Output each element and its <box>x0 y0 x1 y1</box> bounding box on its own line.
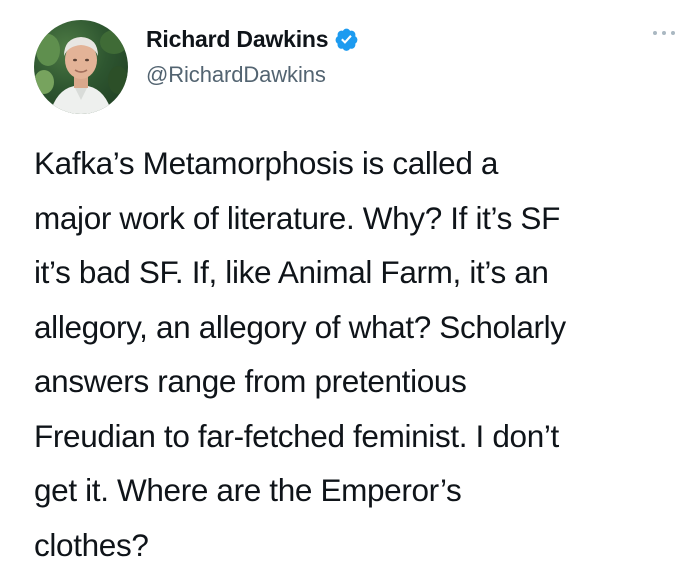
tweet-text-line: answers range from pretentious <box>34 363 467 399</box>
tweet-text-line: major work of literature. Why? If it’s S… <box>34 199 560 236</box>
tweet-header: Richard Dawkins @RichardDawkins <box>34 14 684 114</box>
tweet-text-line: allegory, an allegory of what? Scholarly <box>34 308 566 345</box>
tweet-card: Richard Dawkins @RichardDawkins Kafka’s … <box>0 0 700 572</box>
profile-photo-icon <box>34 30 128 114</box>
display-name[interactable]: Richard Dawkins <box>146 26 329 53</box>
handle[interactable]: @RichardDawkins <box>146 62 359 88</box>
tweet-text: Kafka’s Metamorphosis is called a major … <box>34 136 674 572</box>
display-name-row: Richard Dawkins <box>146 24 359 54</box>
tweet-text-line: Freudian to far-fetched feminist. I don’… <box>34 417 559 454</box>
tweet-text-line: it’s bad SF. If, like Animal Farm, it’s … <box>34 254 549 290</box>
verified-badge-icon <box>334 27 359 52</box>
tweet-text-line: Kafka’s Metamorphosis is called a <box>34 145 499 181</box>
tweet-text-line: get it. Where are the Emperor’s <box>34 472 462 508</box>
tweet-text-line: clothes? <box>34 526 149 563</box>
avatar[interactable] <box>34 20 128 114</box>
more-options-icon[interactable] <box>650 26 680 40</box>
author-block[interactable]: Richard Dawkins @RichardDawkins <box>146 24 359 88</box>
